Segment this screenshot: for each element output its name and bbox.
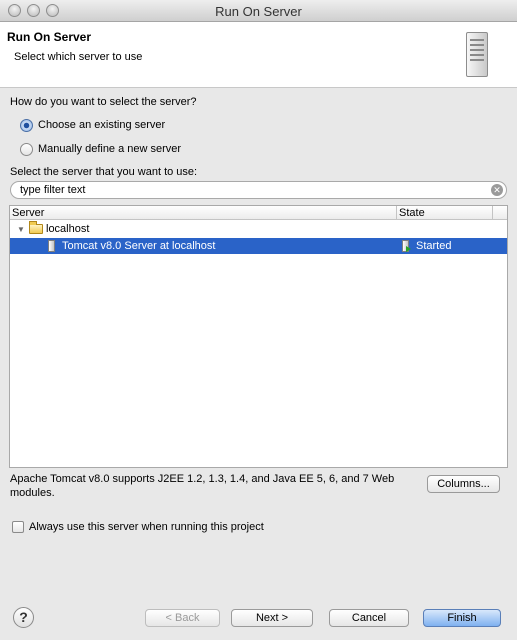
window-titlebar[interactable]: Run On Server [0, 0, 517, 22]
existing-server-radio[interactable] [20, 119, 33, 132]
page-subtitle: Select which server to use [14, 51, 143, 63]
column-header-server[interactable]: Server [12, 207, 44, 219]
filter-label: Select the server that you want to use: [10, 166, 198, 178]
server-table[interactable]: Server State ▼ localhost Tomcat v8.0 Ser… [9, 205, 508, 468]
selection-question: How do you want to select the server? [10, 96, 197, 108]
columns-button[interactable]: Columns... [427, 475, 500, 493]
table-header: Server State [10, 206, 507, 220]
finish-button[interactable]: Finish [423, 609, 501, 627]
dialog-header: Run On Server Select which server to use [0, 22, 517, 88]
clear-filter-icon[interactable]: ✕ [491, 184, 503, 196]
host-label: localhost [46, 223, 90, 235]
folder-icon [29, 221, 43, 234]
new-server-label[interactable]: Manually define a new server [38, 143, 181, 155]
table-row[interactable]: Tomcat v8.0 Server at localhost Started [10, 238, 507, 254]
next-button[interactable]: Next > [231, 609, 313, 627]
expand-triangle-icon[interactable]: ▼ [17, 225, 25, 234]
new-server-radio[interactable] [20, 143, 33, 156]
server-icon [48, 240, 55, 252]
existing-server-label[interactable]: Choose an existing server [38, 119, 165, 131]
server-started-icon [402, 240, 411, 252]
filter-input[interactable]: type filter text ✕ [10, 181, 507, 199]
column-header-state[interactable]: State [399, 207, 425, 219]
tree-node-localhost[interactable]: ▼ localhost [10, 221, 507, 238]
page-title: Run On Server [7, 30, 92, 44]
server-name: Tomcat v8.0 Server at localhost [62, 240, 216, 252]
window-title: Run On Server [215, 4, 302, 19]
server-icon [466, 32, 488, 77]
filter-input-text[interactable]: type filter text [20, 184, 85, 196]
cancel-button[interactable]: Cancel [329, 609, 409, 627]
back-button[interactable]: < Back [145, 609, 220, 627]
server-description: Apache Tomcat v8.0 supports J2EE 1.2, 1.… [10, 473, 395, 499]
always-use-checkbox[interactable] [12, 521, 24, 533]
always-use-label[interactable]: Always use this server when running this… [29, 521, 264, 533]
server-state: Started [416, 240, 452, 252]
help-button[interactable]: ? [13, 607, 34, 628]
